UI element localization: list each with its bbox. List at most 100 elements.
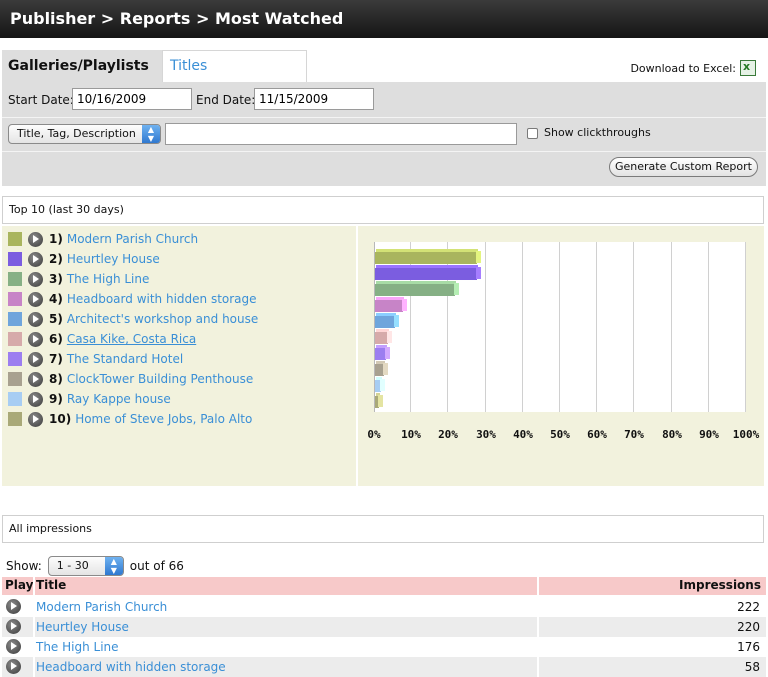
chart-bar-side — [454, 283, 459, 295]
start-date-field[interactable] — [72, 88, 192, 110]
column-separator — [537, 577, 539, 595]
chart-bar — [375, 316, 395, 328]
tab-titles[interactable]: Titles — [170, 50, 207, 82]
impressions-heading: All impressions — [2, 515, 764, 543]
chart-bar — [375, 284, 455, 296]
row-title-link[interactable]: Headboard with hidden storage — [36, 660, 226, 674]
top10-item-link[interactable]: Casa Kike, Costa Rica — [67, 332, 196, 346]
download-to-excel[interactable]: Download to Excel: — [630, 60, 756, 76]
top10-item: 1) Modern Parish Church — [8, 229, 198, 249]
top10-item-link[interactable]: Architect's workshop and house — [67, 312, 258, 326]
x-tick-label: 70% — [624, 428, 644, 441]
row-title-link[interactable]: Modern Parish Church — [36, 600, 167, 614]
play-icon[interactable] — [6, 619, 21, 634]
color-swatch — [8, 312, 22, 326]
row-title-link[interactable]: Heurtley House — [36, 620, 129, 634]
chart-bar-side — [402, 299, 407, 311]
row-impressions: 58 — [744, 660, 760, 674]
end-date-field[interactable] — [254, 88, 374, 110]
column-play[interactable]: Play — [5, 578, 33, 592]
play-icon[interactable] — [28, 271, 43, 287]
rank-number: 10) — [49, 412, 72, 426]
top10-item: 6) Casa Kike, Costa Rica — [8, 329, 196, 349]
generate-custom-report-button[interactable]: Generate Custom Report — [609, 157, 758, 177]
play-icon[interactable] — [28, 231, 43, 247]
rank-number: 3) — [49, 272, 63, 286]
top10-item-link[interactable]: The Standard Hotel — [67, 352, 183, 366]
tab-galleries-playlists[interactable]: Galleries/Playlists — [2, 50, 162, 82]
column-separator — [33, 637, 35, 657]
x-tick-label: 30% — [476, 428, 496, 441]
rank-number: 9) — [49, 392, 63, 406]
play-icon[interactable] — [6, 639, 21, 654]
x-tick-label: 50% — [550, 428, 570, 441]
range-select-value: 1 - 30 — [56, 559, 89, 572]
start-date-label: Start Date: — [8, 93, 74, 107]
select-arrows-icon: ▲ ▼ — [142, 125, 160, 143]
play-icon[interactable] — [6, 599, 21, 614]
table-row: Headboard with hidden storage 58 — [2, 657, 766, 677]
rank-number: 4) — [49, 292, 63, 306]
column-impressions[interactable]: Impressions — [679, 578, 761, 592]
top10-item: 4) Headboard with hidden storage — [8, 289, 257, 309]
show-clickthroughs-label: Show clickthroughs — [544, 126, 651, 139]
play-icon[interactable] — [28, 331, 43, 347]
top10-item-link[interactable]: Modern Parish Church — [67, 232, 198, 246]
chart-bar — [375, 300, 403, 312]
search-field-select-value: Title, Tag, Description — [17, 127, 136, 140]
top10-divider — [356, 226, 358, 486]
filter-divider-2 — [2, 151, 766, 152]
rank-number: 1) — [49, 232, 63, 246]
top10-item-link[interactable]: ClockTower Building Penthouse — [67, 372, 253, 386]
top10-item-link[interactable]: Headboard with hidden storage — [67, 292, 257, 306]
chart-bar-side — [383, 363, 388, 375]
row-impressions: 222 — [737, 600, 760, 614]
show-clickthroughs-checkbox[interactable] — [527, 128, 538, 139]
top10-item-link[interactable]: Heurtley House — [67, 252, 160, 266]
chart-bar-side — [378, 395, 383, 407]
chart-gridline — [522, 242, 523, 412]
excel-icon[interactable] — [740, 60, 756, 76]
play-icon[interactable] — [28, 391, 43, 407]
rank-number: 7) — [49, 352, 63, 366]
report-tabs: Galleries/Playlists Titles Download to E… — [0, 46, 768, 82]
column-separator — [33, 657, 35, 677]
top10-item-link[interactable]: The High Line — [67, 272, 150, 286]
table-row: Modern Parish Church 222 — [2, 597, 766, 617]
play-icon[interactable] — [28, 251, 43, 267]
play-icon[interactable] — [28, 311, 43, 327]
chart-bar-side — [476, 251, 481, 263]
color-swatch — [8, 272, 22, 286]
column-separator — [537, 637, 539, 657]
color-swatch — [8, 412, 22, 426]
column-separator — [33, 597, 35, 617]
chart-bar-side — [387, 331, 392, 343]
x-tick-label: 100% — [732, 428, 760, 441]
play-icon[interactable] — [28, 371, 43, 387]
download-label: Download to Excel: — [630, 61, 736, 75]
range-select[interactable]: 1 - 30 ▲ ▼ — [47, 556, 124, 576]
filter-divider — [2, 117, 766, 118]
x-tick-label: 20% — [438, 428, 458, 441]
x-tick-label: 90% — [699, 428, 719, 441]
top10-item-link[interactable]: Ray Kappe house — [67, 392, 171, 406]
search-field-select[interactable]: Title, Tag, Description ▲ ▼ — [8, 124, 161, 144]
row-title-link[interactable]: The High Line — [36, 640, 119, 654]
select-arrows-icon: ▲ ▼ — [104, 557, 123, 575]
color-swatch — [8, 252, 22, 266]
x-tick-label: 40% — [513, 428, 533, 441]
play-icon[interactable] — [6, 659, 21, 674]
chart-bar-side — [394, 315, 399, 327]
play-icon[interactable] — [28, 291, 43, 307]
chart-gridline — [485, 242, 486, 412]
play-icon[interactable] — [28, 411, 43, 427]
top10-heading: Top 10 (last 30 days) — [2, 196, 764, 224]
impressions-table-header: Play Title Impressions — [2, 577, 766, 595]
color-swatch — [8, 292, 22, 306]
top10-item-link[interactable]: Home of Steve Jobs, Palo Alto — [75, 412, 252, 426]
chart-gridline — [708, 242, 709, 412]
play-icon[interactable] — [28, 351, 43, 367]
column-title[interactable]: Title — [36, 578, 66, 592]
top10-item: 3) The High Line — [8, 269, 149, 289]
search-input[interactable] — [165, 123, 517, 145]
